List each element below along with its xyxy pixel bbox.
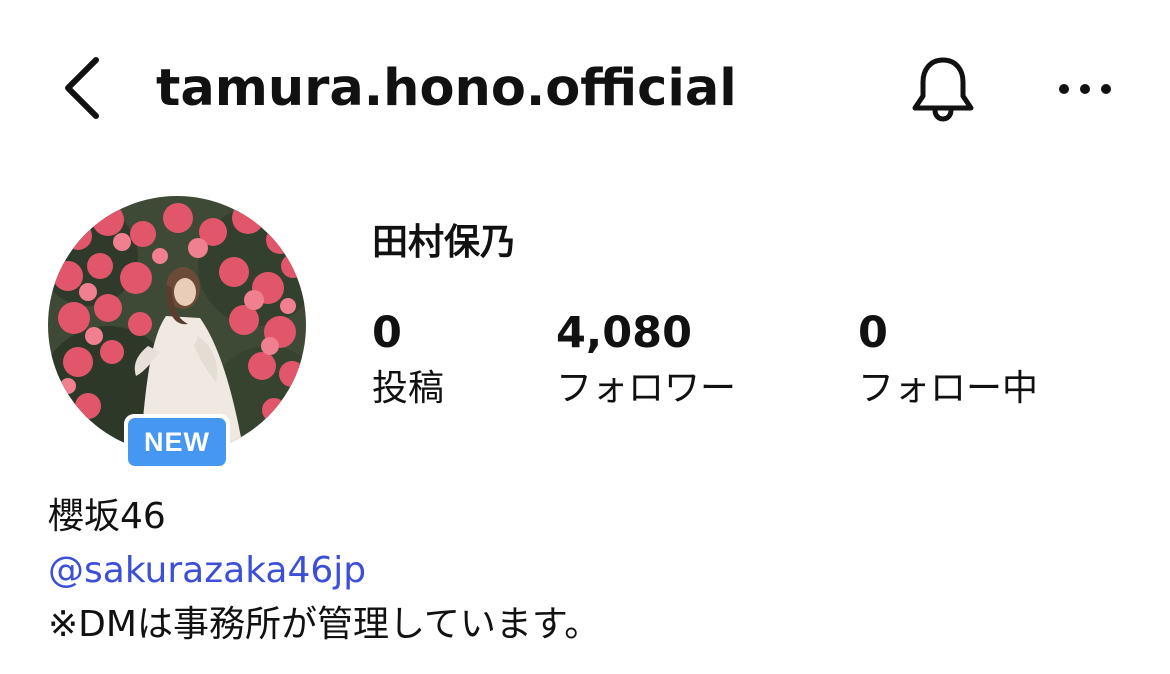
notifications-button[interactable] <box>906 52 980 126</box>
posts-count: 0 <box>372 308 402 358</box>
new-badge-label: NEW <box>128 418 226 466</box>
bio-mention-link[interactable]: @sakurazaka46jp <box>48 546 366 596</box>
ellipsis-icon <box>1059 84 1111 94</box>
followers-label: フォロワー <box>556 368 737 409</box>
bio-note: ※DMは事務所が管理しています。 <box>48 604 601 645</box>
new-badge: NEW <box>124 414 230 470</box>
followers-stat[interactable]: 4,080 フォロワー <box>556 306 736 414</box>
following-label: フォロー中 <box>858 368 1039 409</box>
posts-stat[interactable]: 0 投稿 <box>372 306 444 414</box>
more-options-button[interactable] <box>1054 72 1116 106</box>
back-button[interactable] <box>56 52 112 124</box>
followers-count: 4,080 <box>556 308 693 358</box>
following-count: 0 <box>858 308 888 358</box>
bio-group-name: 櫻坂46 <box>48 496 166 537</box>
following-stat[interactable]: 0 フォロー中 <box>858 306 1038 414</box>
display-name: 田村保乃 <box>372 222 517 263</box>
chevron-left-icon <box>65 57 99 119</box>
profile-username: tamura.hono.official <box>156 59 737 118</box>
posts-label: 投稿 <box>372 368 445 409</box>
bell-icon <box>912 57 974 122</box>
